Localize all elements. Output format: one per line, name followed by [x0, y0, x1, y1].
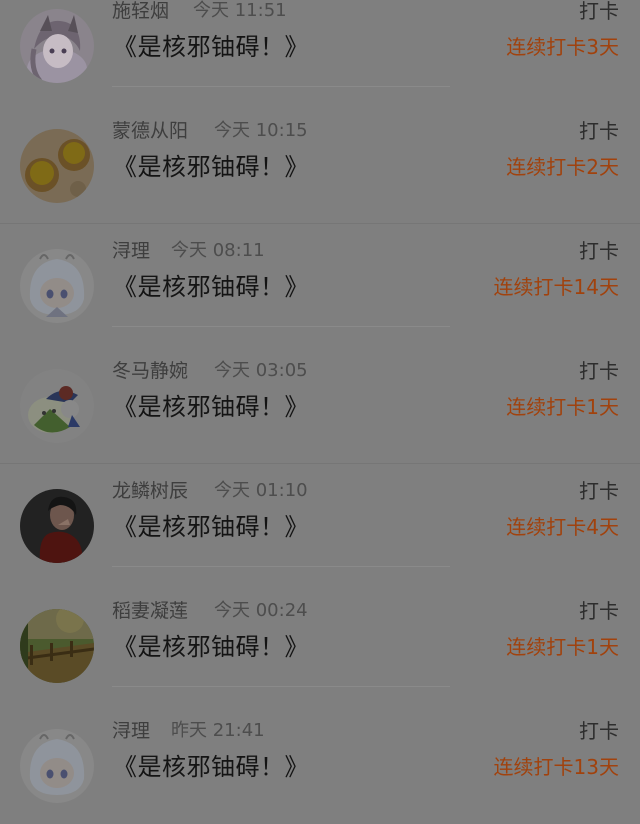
streak-badge: 连续打卡4天 — [506, 515, 619, 539]
post-time: 今天 10:15 — [214, 120, 308, 141]
list-item[interactable]: 浔理 今天 08:11 《是核邪铀碍！》 打卡 连续打卡14天 — [0, 224, 640, 344]
checkin-label: 打卡 — [579, 599, 619, 623]
streak-badge: 连续打卡1天 — [506, 395, 619, 419]
username[interactable]: 浔理 — [112, 718, 150, 744]
list-item[interactable]: 施轻烟 今天 11:51 《是核邪铀碍！》 打卡 连续打卡3天 — [0, 0, 640, 104]
divider — [112, 326, 450, 327]
post-time: 昨天 21:41 — [171, 720, 265, 741]
streak-badge: 连续打卡2天 — [506, 155, 619, 179]
checkin-feed: 施轻烟 今天 11:51 《是核邪铀碍！》 打卡 连续打卡3天 蒙德从阳 今天 … — [0, 0, 640, 809]
portrait-photo-avatar[interactable] — [20, 489, 94, 563]
username[interactable]: 稻妻凝莲 — [112, 598, 188, 624]
list-item[interactable]: 冬马静婉 今天 03:05 《是核邪铀碍！》 打卡 连续打卡1天 — [0, 344, 640, 464]
divider — [112, 566, 450, 567]
tart-photo-avatar[interactable] — [20, 129, 94, 203]
post-time: 今天 08:11 — [171, 240, 265, 261]
chibi-girl-avatar[interactable] — [20, 249, 94, 323]
cartoon-character-avatar[interactable] — [20, 369, 94, 443]
post-title[interactable]: 《是核邪铀碍！》 — [113, 752, 309, 782]
post-title[interactable]: 《是核邪铀碍！》 — [113, 392, 309, 422]
checkin-label: 打卡 — [579, 719, 619, 743]
post-title[interactable]: 《是核邪铀碍！》 — [113, 512, 309, 542]
username[interactable]: 施轻烟 — [112, 0, 169, 24]
username[interactable]: 浔理 — [112, 238, 150, 264]
checkin-label: 打卡 — [579, 0, 619, 23]
list-item[interactable]: 蒙德从阳 今天 10:15 《是核邪铀碍！》 打卡 连续打卡2天 — [0, 104, 640, 224]
checkin-label: 打卡 — [579, 119, 619, 143]
username[interactable]: 冬马静婉 — [112, 358, 188, 384]
streak-badge: 连续打卡1天 — [506, 635, 619, 659]
checkin-label: 打卡 — [579, 359, 619, 383]
post-title[interactable]: 《是核邪铀碍！》 — [113, 152, 309, 182]
streak-badge: 连续打卡13天 — [493, 755, 619, 779]
post-title[interactable]: 《是核邪铀碍！》 — [113, 32, 309, 62]
post-time: 今天 01:10 — [214, 480, 308, 501]
list-item[interactable]: 龙鳞树辰 今天 01:10 《是核邪铀碍！》 打卡 连续打卡4天 — [0, 464, 640, 584]
post-title[interactable]: 《是核邪铀碍！》 — [113, 272, 309, 302]
post-time: 今天 00:24 — [214, 600, 308, 621]
post-title[interactable]: 《是核邪铀碍！》 — [113, 632, 309, 662]
list-item[interactable]: 稻妻凝莲 今天 00:24 《是核邪铀碍！》 打卡 连续打卡1天 — [0, 584, 640, 704]
username[interactable]: 蒙德从阳 — [112, 118, 188, 144]
post-time: 今天 11:51 — [193, 0, 287, 21]
landscape-photo-avatar[interactable] — [20, 609, 94, 683]
checkin-label: 打卡 — [579, 239, 619, 263]
checkin-label: 打卡 — [579, 479, 619, 503]
divider — [112, 86, 450, 87]
post-time: 今天 03:05 — [214, 360, 308, 381]
username[interactable]: 龙鳞树辰 — [112, 478, 188, 504]
anime-girl-avatar[interactable] — [20, 9, 94, 83]
streak-badge: 连续打卡3天 — [506, 35, 619, 59]
divider — [112, 686, 450, 687]
list-item[interactable]: 浔理 昨天 21:41 《是核邪铀碍！》 打卡 连续打卡13天 — [0, 704, 640, 824]
streak-badge: 连续打卡14天 — [493, 275, 619, 299]
chibi-girl-avatar[interactable] — [20, 729, 94, 803]
